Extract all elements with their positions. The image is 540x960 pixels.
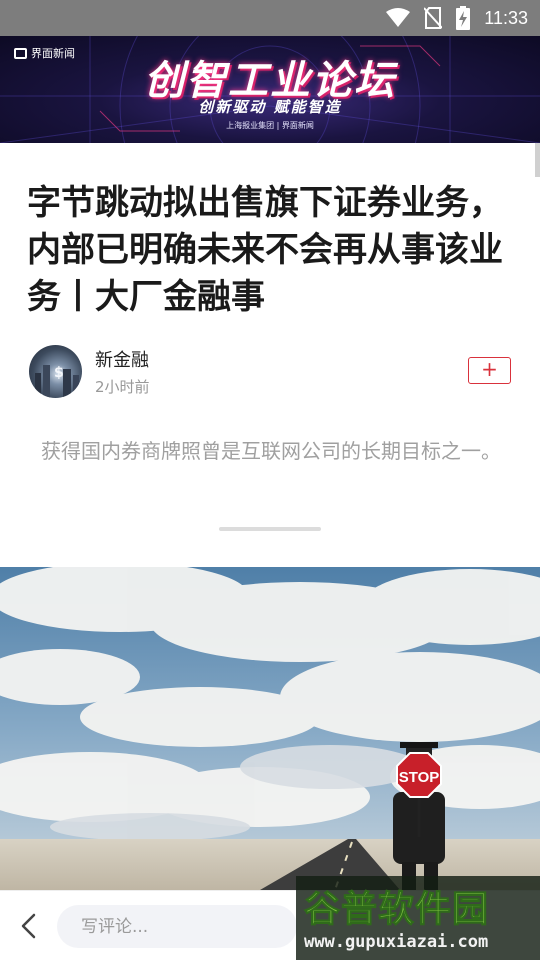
scrollbar[interactable] [535,143,540,177]
status-time: 11:33 [484,7,528,28]
chevron-left-icon [21,913,36,939]
article-headline: 字节跳动拟出售旗下证券业务，内部已明确未来不会再从事该业务丨大厂金融事 [27,183,503,317]
back-button[interactable] [14,911,44,941]
author-avatar[interactable]: $ [29,345,82,398]
comment-input[interactable] [57,905,297,948]
author-name[interactable]: 新金融 [95,346,149,372]
battery-charging-icon [456,6,471,30]
banner-slogan: 创新驱动 赋能智造 [198,98,342,116]
stop-sign-photo: STOP [0,567,540,890]
article-image[interactable]: STOP [0,567,540,890]
banner-subtitle: 上海报业集团 | 界面新闻 [226,121,314,130]
watermark-logo: 谷普软件园 [303,889,490,931]
article-summary: 获得国内券商牌照曾是互联网公司的长期目标之一。 [41,439,501,463]
watermark: 谷普软件园 www.gupuxiazai.com [296,876,540,960]
avatar-image: $ [35,365,79,398]
wifi-icon [386,8,411,27]
post-time: 2小时前 [95,378,150,396]
status-bar: 11:33 [0,0,540,36]
follow-button[interactable]: + [468,357,511,384]
svg-text:$: $ [54,365,64,381]
no-sim-icon [424,7,443,29]
stop-sign-text: STOP [399,769,440,786]
divider [219,527,321,531]
watermark-url: www.gupuxiazai.com [304,932,489,952]
status-icons: 11:33 [386,0,528,36]
banner-ad[interactable]: 界面新闻 创智工业论坛 创新驱动 赋能智造 上海报业集团 | 界面新闻 [0,36,540,143]
